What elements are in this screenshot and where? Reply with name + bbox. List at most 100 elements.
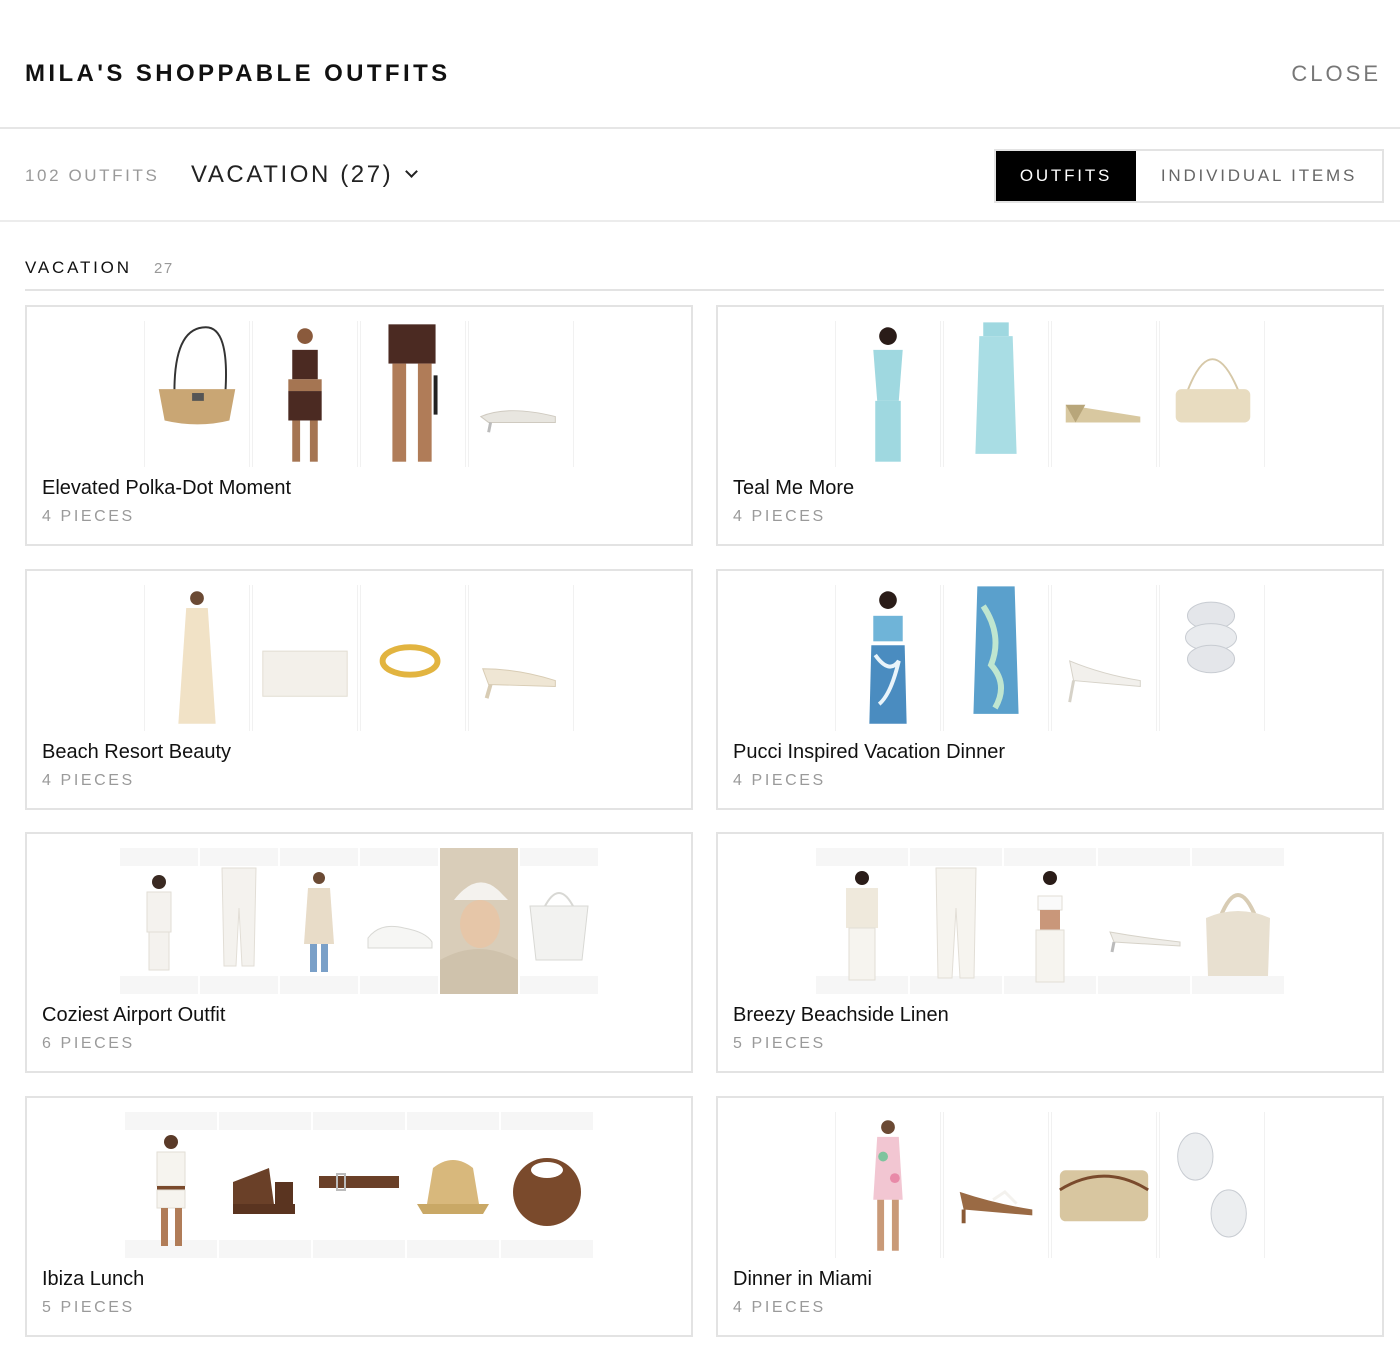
product-thumbnail[interactable]	[1098, 848, 1190, 994]
woven-chain-bag-icon	[1059, 1170, 1149, 1222]
product-thumbnail[interactable]	[1051, 1112, 1157, 1258]
outfit-piece-count: 4 PIECES	[42, 508, 135, 525]
outfit-name: Pucci Inspired Vacation Dinner	[733, 741, 1005, 763]
sneaker-icon	[367, 925, 433, 949]
outfit-piece-count: 4 PIECES	[733, 772, 826, 789]
bucket-hat-icon	[417, 1160, 489, 1214]
model-print-bandeau-icon	[869, 591, 907, 724]
model-white-mini-icon	[156, 1135, 186, 1246]
sandal-icon	[479, 410, 556, 433]
product-thumbnail[interactable]	[520, 848, 598, 994]
outfit-card[interactable]: Breezy Beachside Linen 5 PIECES	[716, 832, 1384, 1073]
product-thumbnail[interactable]	[252, 321, 358, 467]
belt-icon	[319, 1173, 399, 1191]
view-toggle: OUTFITS INDIVIDUAL ITEMS	[994, 149, 1384, 203]
model-trench-coat-icon	[304, 872, 334, 972]
modal-header: MILA'S SHOPPABLE OUTFITS CLOSE	[0, 0, 1400, 129]
thong-heel-brown-icon	[959, 1189, 1033, 1224]
product-thumbnail[interactable]	[440, 848, 518, 994]
product-thumbnail[interactable]	[313, 1112, 405, 1258]
outfit-piece-count: 4 PIECES	[733, 1299, 826, 1316]
category-dropdown-label: VACATION (27)	[191, 161, 394, 188]
product-thumbnail[interactable]	[407, 1112, 499, 1258]
outfit-card[interactable]: Ibiza Lunch 5 PIECES	[25, 1096, 693, 1337]
page-title: MILA'S SHOPPABLE OUTFITS	[25, 60, 451, 87]
product-thumbnail[interactable]	[120, 848, 198, 994]
model-teal-halter-icon	[873, 327, 903, 462]
outfit-card[interactable]: Beach Resort Beauty 4 PIECES	[25, 569, 693, 810]
product-thumbnail[interactable]	[468, 321, 574, 467]
toggle-outfits[interactable]: OUTFITS	[996, 151, 1136, 201]
outfit-card[interactable]: Pucci Inspired Vacation Dinner 4 PIECES	[716, 569, 1384, 810]
model-white-joggers-icon	[221, 867, 257, 967]
product-thumbnail[interactable]	[280, 848, 358, 994]
product-thumbnail[interactable]	[835, 585, 941, 731]
outfit-name: Breezy Beachside Linen	[733, 1004, 949, 1026]
outfit-name: Teal Me More	[733, 477, 855, 499]
wedge-sandal-icon	[1065, 404, 1141, 423]
product-thumbnail[interactable]	[943, 321, 1049, 467]
round-bag-icon	[513, 1158, 581, 1226]
product-thumbnail[interactable]	[1159, 585, 1265, 731]
hobo-bag-icon	[1206, 893, 1270, 976]
product-thumbnail[interactable]	[468, 585, 574, 731]
product-thumbnail[interactable]	[1192, 848, 1284, 994]
clutch-icon	[262, 650, 348, 697]
product-thumbnail[interactable]	[1051, 321, 1157, 467]
thong-heel-icon	[1068, 660, 1141, 703]
product-thumbnail[interactable]	[219, 1112, 311, 1258]
outfit-count: 102 OUTFITS	[25, 166, 160, 185]
product-thumbnail[interactable]	[910, 848, 1002, 994]
outfit-name: Coziest Airport Outfit	[42, 1004, 226, 1026]
close-button[interactable]: CLOSE	[1291, 61, 1381, 87]
outfit-piece-count: 6 PIECES	[42, 1035, 135, 1052]
model-teal-skirt-icon	[975, 322, 1017, 454]
filter-bar: 102 OUTFITS VACATION (27) OUTFITS INDIVI…	[0, 129, 1400, 222]
product-thumbnail[interactable]	[200, 848, 278, 994]
product-thumbnail[interactable]	[501, 1112, 593, 1258]
product-thumbnail[interactable]	[943, 1112, 1049, 1258]
outfit-card[interactable]: Dinner in Miami 4 PIECES	[716, 1096, 1384, 1337]
product-thumbnail[interactable]	[125, 1112, 217, 1258]
product-thumbnail[interactable]	[360, 321, 466, 467]
product-thumbnail[interactable]	[1159, 321, 1265, 467]
outfit-card[interactable]: Teal Me More 4 PIECES	[716, 305, 1384, 546]
model-white-polo-icon	[146, 875, 172, 971]
outfit-piece-count: 5 PIECES	[733, 1035, 826, 1052]
model-polka-set-icon	[288, 328, 322, 462]
product-thumbnail[interactable]	[1004, 848, 1096, 994]
section-title: VACATION	[25, 258, 132, 277]
product-thumbnail[interactable]	[835, 321, 941, 467]
outfit-name: Ibiza Lunch	[42, 1268, 145, 1290]
product-thumbnail[interactable]	[144, 321, 250, 467]
product-thumbnail[interactable]	[1159, 1112, 1265, 1258]
product-thumbnail[interactable]	[835, 1112, 941, 1258]
silver-bangles-icon	[1185, 601, 1238, 674]
mule-heel-icon	[482, 668, 556, 699]
outfit-card[interactable]: Coziest Airport Outfit 6 PIECES	[25, 832, 693, 1073]
tote-bag-icon	[529, 892, 589, 961]
outfit-card[interactable]: Elevated Polka-Dot Moment 4 PIECES	[25, 305, 693, 546]
toggle-individual-items[interactable]: INDIVIDUAL ITEMS	[1136, 151, 1382, 201]
product-thumbnail[interactable]	[816, 848, 908, 994]
product-thumbnail[interactable]	[144, 585, 250, 731]
model-print-skirt-icon	[973, 586, 1019, 714]
outfit-piece-count: 5 PIECES	[42, 1299, 135, 1316]
product-thumbnail[interactable]	[360, 848, 438, 994]
outfit-piece-count: 4 PIECES	[42, 772, 135, 789]
section-divider	[25, 289, 1384, 291]
model-polka-shorts-icon	[388, 324, 438, 462]
model-white-bandeau-icon	[1035, 871, 1065, 983]
product-thumbnail[interactable]	[1051, 585, 1157, 731]
model-floral-dress-icon	[873, 1120, 903, 1251]
chevron-down-icon	[405, 165, 419, 178]
product-thumbnail[interactable]	[943, 585, 1049, 731]
outfit-name: Beach Resort Beauty	[42, 741, 231, 763]
platform-sandal-icon	[233, 1168, 295, 1214]
outfit-piece-count: 4 PIECES	[733, 508, 826, 525]
product-thumbnail[interactable]	[252, 585, 358, 731]
outfit-name: Elevated Polka-Dot Moment	[42, 477, 292, 499]
product-thumbnail[interactable]	[360, 585, 466, 731]
category-dropdown[interactable]: VACATION (27)	[191, 161, 419, 189]
model-linen-pants-icon	[935, 867, 977, 979]
